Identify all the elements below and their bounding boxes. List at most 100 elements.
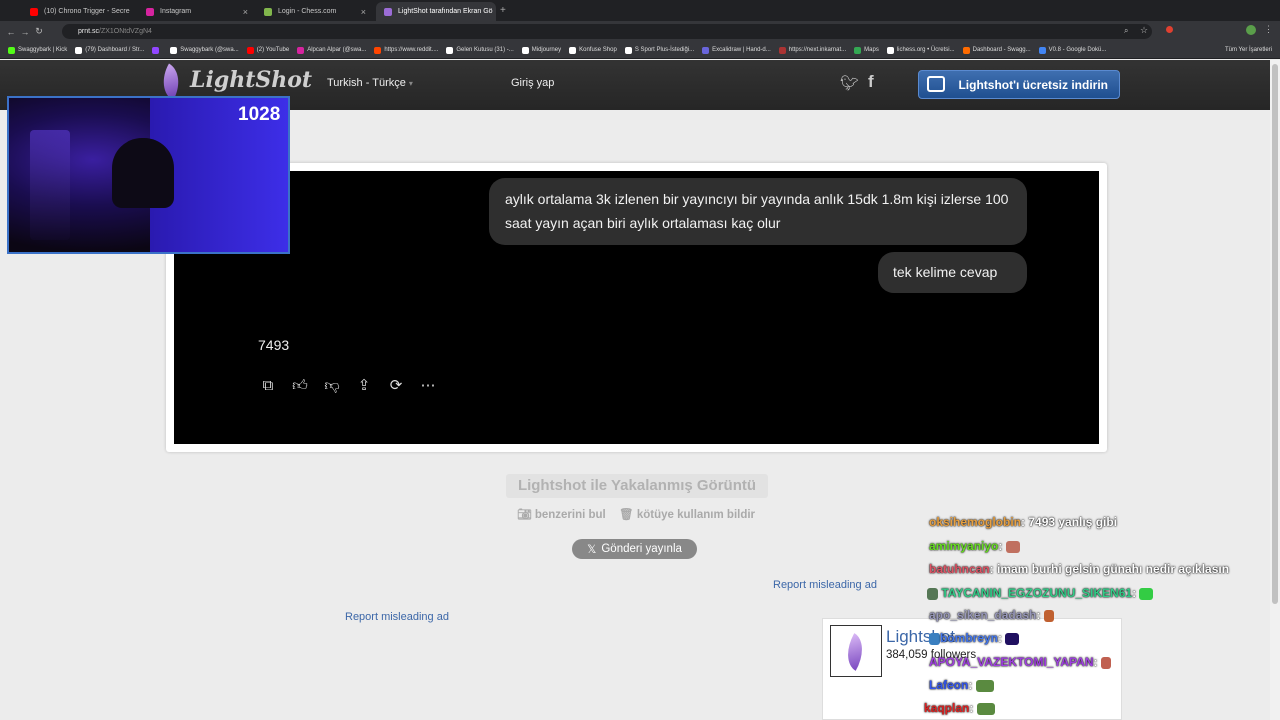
bookmark-item[interactable]: Excalidraw | Hand-d... (702, 46, 771, 54)
more-options-icon[interactable]: ⋯ (419, 377, 437, 395)
webcam-light (30, 130, 70, 240)
bookmark-favicon-icon (886, 46, 894, 54)
close-tab-icon[interactable]: × (361, 7, 366, 17)
lightshot-avatar[interactable] (830, 625, 882, 677)
zoom-icon[interactable]: ⌕ (1124, 26, 1128, 36)
assistant-answer: 7493 (258, 337, 290, 353)
emote-icon (1139, 587, 1154, 600)
tab-instagram[interactable]: Instagram × (138, 2, 256, 21)
post-to-x-button[interactable]: 𝕏 Gönderi yayınla (572, 539, 697, 559)
extension-icon[interactable] (1166, 26, 1173, 33)
bookmark-favicon-icon (374, 46, 382, 54)
bookmark-item[interactable]: Alpcan Alpar (@swa... (297, 46, 366, 54)
report-abuse-link[interactable]: 🗑︎ kötüye kullanım bildir (619, 507, 755, 521)
share-icon[interactable]: ⇪ (355, 377, 373, 395)
regenerate-icon[interactable]: ⟳ (387, 377, 405, 395)
bookmark-favicon-icon (75, 46, 83, 54)
chat-username: TAYCANIN_EGZOZUNU_SIKEN61 (941, 586, 1133, 600)
emote-icon (976, 702, 995, 715)
thumbs-down-icon[interactable]: 👎︎ (323, 377, 341, 395)
bookmark-favicon-icon (246, 46, 254, 54)
bookmark-favicon-icon (569, 46, 577, 54)
bookmark-item[interactable]: https://next.inkarnat... (778, 46, 846, 54)
all-bookmarks-folder[interactable]: Tüm Yer İşaretleri (1225, 47, 1280, 53)
download-app-icon (927, 76, 945, 92)
emote-icon (1043, 609, 1054, 622)
bookmark-item[interactable]: Swaggybark (@swa... (170, 46, 239, 54)
page-title: Lightshot ile Yakalanmış Görüntü (506, 474, 768, 498)
emote-icon (1005, 540, 1020, 553)
bookmark-favicon-icon (297, 46, 305, 54)
site-logo[interactable]: LightShot (190, 67, 312, 93)
lightshot-favicon-icon (384, 7, 392, 16)
find-similar-link[interactable]: 📷︎ benzerini bul (517, 507, 606, 521)
url-input[interactable]: prnt.sc/ZX1ONtdVZgN4 (62, 24, 1152, 39)
bookmark-favicon-icon (702, 46, 710, 54)
dropdown-caret-icon: ▾ (408, 79, 413, 88)
streamer-silhouette (112, 138, 174, 208)
login-link[interactable]: Giriş yap (511, 77, 554, 89)
chat-message: amimyaniyo: (929, 539, 1020, 553)
bookmark-favicon-icon (624, 46, 632, 54)
x-logo-icon: 𝕏 (587, 544, 597, 556)
tab-lightshot[interactable]: LightShot tarafından Ekran Gö× (376, 2, 496, 21)
bookmark-favicon-icon (8, 46, 15, 54)
bookmark-item[interactable]: Dashboard - Swagg... (962, 46, 1031, 54)
bookmark-favicon-icon (170, 46, 178, 54)
bookmark-item[interactable] (152, 46, 162, 54)
chat-message: TAYCANIN_EGZOZUNU_SIKEN61: (927, 586, 1154, 600)
chat-message: oksihemoglobin: 7493 yanlış gibi (929, 515, 1118, 529)
language-selector[interactable]: Turkish - Türkçe ▾ (327, 77, 413, 89)
report-ad-link[interactable]: Report misleading ad (345, 611, 449, 623)
bookmark-item[interactable]: Konfuse Shop (569, 46, 617, 54)
chat-username: bombreyn (940, 631, 999, 645)
download-button[interactable]: Lightshot'ı ücretsiz indirin (918, 70, 1120, 99)
new-tab-icon[interactable]: + (500, 5, 506, 16)
chat-message: kaqplan: (924, 701, 995, 715)
chat-message: batuhncan: imam burhi gelsin günahı nedi… (929, 562, 1230, 576)
chat-username: APOYA_VAZEKTOMI_YAPAN (929, 655, 1094, 669)
thumbs-up-icon[interactable]: 👍︎ (291, 377, 309, 395)
bookmark-favicon-icon (152, 46, 160, 54)
trash-icon: 🗑︎ (619, 509, 634, 521)
bookmark-favicon-icon (778, 46, 786, 54)
profile-avatar[interactable] (1246, 25, 1256, 35)
bookmark-item[interactable]: Swaggybark | Kick (8, 46, 67, 54)
bookmark-item[interactable]: Gelen Kutusu (31) -... (446, 46, 514, 54)
bookmark-favicon-icon (521, 46, 529, 54)
close-tab-icon[interactable]: × (243, 7, 248, 17)
user-instruction-bubble: tek kelime cevap (878, 252, 1027, 293)
bookmark-favicon-icon (446, 46, 454, 54)
scrollbar-thumb[interactable] (1272, 64, 1278, 604)
menu-icon[interactable]: ⋮ (1264, 24, 1273, 35)
bookmark-item[interactable]: V0.8 - Google Dokü... (1038, 46, 1106, 54)
chat-username: amimyaniyo (929, 539, 999, 553)
tab-chess[interactable]: Login - Chess.com × (256, 2, 374, 21)
twitter-icon[interactable]: 🐦︎ (840, 74, 859, 92)
viewer-count: 1028 (238, 104, 281, 125)
emote-icon (1005, 632, 1020, 645)
reload-icon[interactable]: ↻ (32, 26, 46, 37)
bookmark-item[interactable]: (79) Dashboard / Str... (75, 46, 144, 54)
bookmark-favicon-icon (962, 46, 970, 54)
camera-icon: 📷︎ (517, 509, 532, 521)
bookmark-star-icon[interactable]: ☆ (1140, 25, 1148, 36)
chat-username: apo_siken_dadash (929, 608, 1037, 622)
tab-youtube[interactable]: (10) Chrono Trigger - Secre× (22, 2, 134, 21)
badge-icon (927, 587, 938, 600)
bookmark-item[interactable]: (2) YouTube (246, 46, 289, 54)
chat-message: apo_siken_dadash: (929, 608, 1054, 622)
bookmark-item[interactable]: lichess.org • Ücretsi... (886, 46, 955, 54)
badge-icon (929, 632, 940, 645)
copy-icon[interactable]: ⧉ (259, 377, 277, 395)
back-icon[interactable]: ← (4, 27, 18, 37)
chat-username: Lafeon (929, 678, 969, 692)
bookmark-item[interactable]: S Sport Plus-İstediği... (624, 46, 694, 54)
bookmark-item[interactable]: https://www.reddit.... (374, 46, 438, 54)
report-ad-link[interactable]: Report misleading ad (773, 579, 877, 591)
bookmark-item[interactable]: Midjourney (521, 46, 561, 54)
forward-icon[interactable]: → (18, 27, 32, 37)
facebook-icon[interactable]: f (868, 72, 874, 92)
chess-favicon-icon (264, 7, 272, 16)
bookmark-item[interactable]: Maps (854, 46, 879, 54)
